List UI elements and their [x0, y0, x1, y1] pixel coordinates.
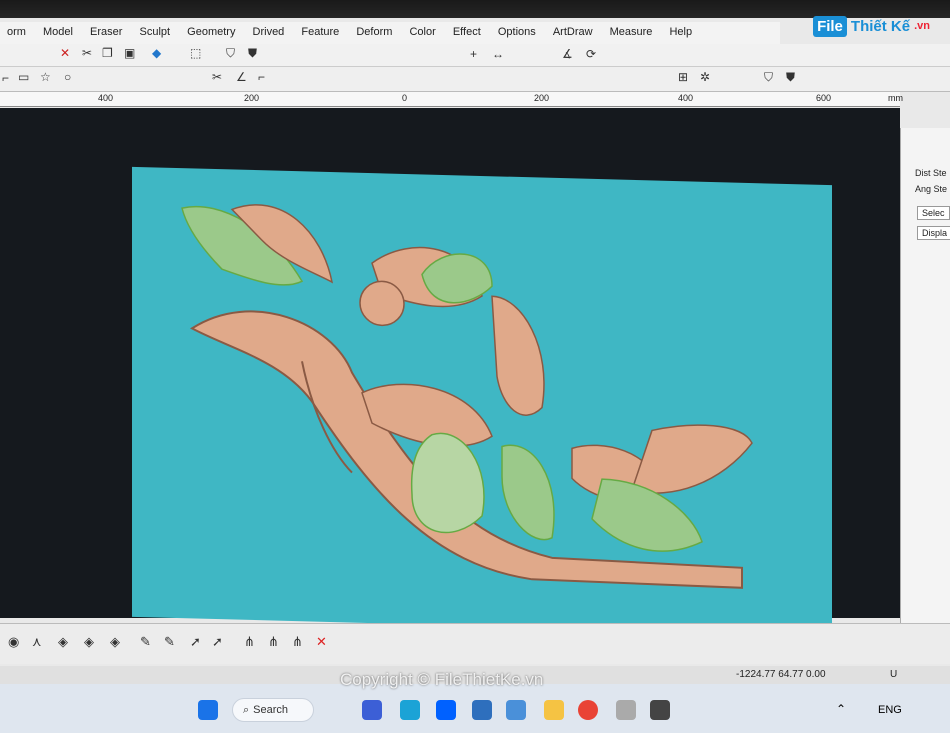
ruler-label: 200	[244, 93, 260, 103]
menu-item-measure[interactable]: Measure	[610, 26, 653, 38]
cursor-icon[interactable]: ➚	[190, 634, 201, 650]
site-logo: File Thiết Kế .vn	[813, 6, 930, 46]
corner-icon[interactable]: ⌐	[258, 70, 265, 84]
model-icon[interactable]: ◆	[152, 46, 161, 60]
menu-bar: orm Model Eraser Sculpt Geometry Drived …	[0, 22, 780, 44]
menu-item-drived[interactable]: Drived	[253, 26, 285, 38]
horizontal-ruler: 400 200 0 200 400 600 mm	[0, 92, 903, 107]
vertex-icon[interactable]: ⋔	[244, 634, 255, 650]
polyline-icon[interactable]: ⌐	[2, 71, 9, 85]
paste-icon[interactable]: ▣	[124, 46, 135, 60]
app-icon-3[interactable]	[650, 700, 670, 720]
app-icon-2[interactable]	[616, 700, 636, 720]
right-panel: Dist Ste Ang Ste Selec Displa	[900, 128, 950, 628]
brush-icon-2[interactable]: ✎	[164, 634, 175, 650]
shield-icon[interactable]: ⛉	[226, 46, 235, 61]
menu-item-geometry[interactable]: Geometry	[187, 26, 235, 38]
logo-vn: .vn	[914, 20, 930, 32]
panel-ang-step: Ang Ste	[915, 184, 948, 194]
menu-item-color[interactable]: Color	[409, 26, 435, 38]
ruler-label: 600	[816, 93, 832, 103]
app-icon[interactable]	[506, 700, 526, 720]
gear-icon[interactable]: ✲	[700, 70, 710, 84]
angle-icon[interactable]: ∠	[236, 70, 247, 84]
logo-file: File	[813, 15, 847, 37]
delete-icon[interactable]: ✕	[60, 46, 70, 60]
menu-item-model[interactable]: Model	[43, 26, 73, 38]
copy-icon[interactable]: ❐	[102, 46, 113, 60]
tangent-icon[interactable]: ⋏	[32, 634, 42, 650]
vertex-icon-3[interactable]: ⋔	[292, 634, 303, 650]
mail-icon[interactable]	[472, 700, 492, 720]
menu-item-artdraw[interactable]: ArtDraw	[553, 26, 593, 38]
menu-item-sculpt[interactable]: Sculpt	[140, 26, 171, 38]
cut-icon[interactable]: ✂	[82, 46, 92, 60]
scissors-tool-icon[interactable]: ✂	[212, 70, 222, 84]
bottom-toolbar: ◉ ⋏ ◈ ◈ ◈ ✎ ✎ ➚ ➚ ⋔ ⋔ ⋔ ✕	[0, 623, 950, 664]
select-button[interactable]: Selec	[917, 206, 950, 220]
shield-icon-2[interactable]: ⛉	[764, 70, 773, 85]
menu-item-eraser[interactable]: Eraser	[90, 26, 122, 38]
close-icon[interactable]: ✕	[316, 634, 327, 650]
start-icon[interactable]	[198, 700, 218, 720]
dropbox-icon[interactable]	[436, 700, 456, 720]
ruler-label: 0	[402, 93, 408, 103]
mesh-icon-2[interactable]: ◈	[84, 634, 94, 650]
folder-icon[interactable]	[544, 700, 564, 720]
mesh-icon[interactable]: ◈	[58, 634, 68, 650]
coordinates: -1224.77 64.77 0.00	[736, 669, 826, 680]
view-icon[interactable]: ⬚	[190, 46, 201, 60]
display-button[interactable]: Displa	[917, 226, 950, 240]
menu-item-form[interactable]: orm	[7, 26, 26, 38]
menu-item-deform[interactable]: Deform	[356, 26, 392, 38]
ruler-label: 400	[678, 93, 694, 103]
menu-item-feature[interactable]: Feature	[301, 26, 339, 38]
shield-filled-icon-2[interactable]: ⛊	[786, 70, 795, 85]
ruler-label: 400	[98, 93, 114, 103]
menu-item-options[interactable]: Options	[498, 26, 536, 38]
toolbar-draw: ⌐ ▭ ☆ ○ ✂ ∠ ⌐ + ↔ ∡ ⟳ ⊞ ✲ ⛉ ⛊	[0, 47, 950, 92]
relief-canvas[interactable]	[132, 166, 832, 636]
menu-item-effect[interactable]: Effect	[453, 26, 481, 38]
plus-icon[interactable]: +	[470, 47, 477, 61]
taskbar: ⌕ Search ⌃ ENG	[0, 684, 950, 733]
node-icon[interactable]: ◉	[8, 634, 19, 650]
vertex-icon-2[interactable]: ⋔	[268, 634, 279, 650]
mesh-icon-3[interactable]: ◈	[110, 634, 120, 650]
curve-icon[interactable]: ⟳	[586, 47, 596, 61]
search-box[interactable]: ⌕ Search	[232, 698, 314, 722]
logo-thietke: Thiết Kế	[850, 17, 911, 35]
edge-icon[interactable]	[400, 700, 420, 720]
app-window: orm Model Eraser Sculpt Geometry Drived …	[0, 15, 950, 733]
menu-item-help[interactable]: Help	[669, 26, 692, 38]
chevron-up-icon[interactable]: ⌃	[836, 702, 846, 716]
ruler-label: 200	[534, 93, 550, 103]
watermark: Copyright © FileThietKe.vn	[340, 670, 544, 689]
panel-dist-step: Dist Ste	[915, 168, 947, 178]
chat-icon[interactable]	[362, 700, 382, 720]
ruler-unit: mm	[888, 93, 903, 103]
relief-carving	[181, 204, 753, 589]
grid-icon[interactable]: ⊞	[678, 70, 688, 84]
language-indicator[interactable]: ENG	[878, 704, 902, 716]
shield-filled-icon[interactable]: ⛊	[248, 46, 257, 61]
chrome-icon[interactable]	[578, 700, 598, 720]
search-label: Search	[253, 704, 289, 716]
unit-indicator: U	[890, 669, 898, 680]
angle-measure-icon[interactable]: ∡	[562, 47, 573, 61]
rectangle-icon[interactable]: ▭	[18, 70, 29, 84]
measure-h-icon[interactable]: ↔	[492, 47, 504, 61]
brush-icon[interactable]: ✎	[140, 634, 151, 650]
circle-icon[interactable]: ○	[64, 70, 71, 84]
cursor-icon-2[interactable]: ➚	[212, 634, 223, 650]
star-icon[interactable]: ☆	[40, 70, 51, 84]
